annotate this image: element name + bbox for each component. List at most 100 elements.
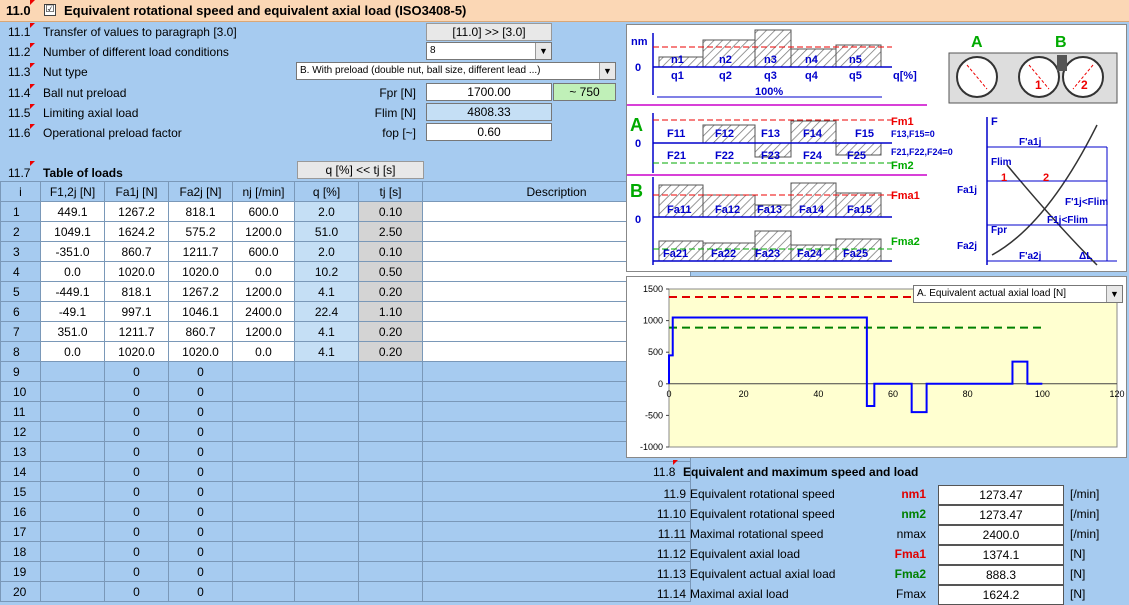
- table-cell[interactable]: 0.10: [358, 241, 423, 262]
- param-label: Ball nut preload: [43, 86, 127, 100]
- table-row: 5 -449.1 818.1 1267.2 1200.0 4.1 0.20: [0, 281, 691, 302]
- table-cell[interactable]: 1046.1: [168, 301, 233, 322]
- table-cell: 8: [0, 341, 41, 362]
- result-unit: [/min]: [1070, 527, 1100, 541]
- a-label: A: [971, 34, 983, 51]
- table-cell: [232, 461, 295, 482]
- table-cell[interactable]: 0.20: [358, 321, 423, 342]
- q5-label: q5: [849, 70, 862, 82]
- table-cell: 12: [0, 421, 41, 442]
- table-cell[interactable]: 600.0: [232, 201, 295, 222]
- table-cell[interactable]: -351.0: [40, 241, 105, 262]
- table-cell[interactable]: 1200.0: [232, 221, 295, 242]
- table-cell[interactable]: 0.0: [232, 261, 295, 282]
- loads-table: i F1,2j [N] Fa1j [N] Fa2j [N] nj [/min] q [%]…: [0, 181, 691, 602]
- table-cell[interactable]: 0.10: [358, 201, 423, 222]
- table-cell[interactable]: 0.0: [40, 261, 105, 282]
- preload-input[interactable]: 1700.00: [426, 83, 552, 101]
- row-number: 11.9: [663, 487, 686, 501]
- table-cell: [294, 481, 359, 502]
- table-cell[interactable]: 1049.1: [40, 221, 105, 242]
- table-cell[interactable]: 860.7: [168, 321, 233, 342]
- table-cell: 3: [0, 241, 41, 262]
- load-conditions-select[interactable]: 8 ▼: [426, 42, 552, 60]
- table-cell[interactable]: 1020.0: [168, 261, 233, 282]
- row-number: 11.3: [8, 65, 31, 79]
- row-number: 11.7: [8, 166, 31, 180]
- result-unit: [/min]: [1070, 487, 1100, 501]
- row-number: 11.6: [8, 126, 31, 140]
- result-value: 1273.47: [938, 505, 1064, 525]
- table-cell[interactable]: -449.1: [40, 281, 105, 302]
- table-cell[interactable]: 1211.7: [168, 241, 233, 262]
- x-tick-label: 0: [666, 389, 671, 399]
- table-cell[interactable]: 600.0: [232, 241, 295, 262]
- table-cell[interactable]: 1.10: [358, 301, 423, 322]
- table-cell[interactable]: 0.20: [358, 341, 423, 362]
- fpa2-label: F'a2j: [1019, 251, 1042, 262]
- preload-hint: ~ 750: [553, 83, 616, 101]
- table-cell[interactable]: 351.0: [40, 321, 105, 342]
- row-number: 11.12: [656, 547, 686, 561]
- table-cell: [40, 481, 105, 502]
- preload-factor-input[interactable]: 0.60: [426, 123, 552, 141]
- table-cell: 0: [104, 361, 169, 382]
- table-cell[interactable]: 1267.2: [104, 201, 169, 222]
- table-cell[interactable]: 2400.0: [232, 301, 295, 322]
- table-cell[interactable]: 860.7: [104, 241, 169, 262]
- chevron-down-icon[interactable]: ▼: [535, 43, 551, 59]
- fa1-2-label: Fa12: [715, 204, 740, 216]
- result-symbol: nm2: [901, 507, 926, 521]
- table-cell[interactable]: 818.1: [168, 201, 233, 222]
- zero-label: 0: [635, 62, 641, 74]
- f2-3-label: F23: [761, 150, 780, 162]
- result-unit: [/min]: [1070, 507, 1100, 521]
- b-label: B: [630, 181, 643, 201]
- table-cell[interactable]: 0.0: [40, 341, 105, 362]
- table-cell: [294, 561, 359, 582]
- table-row: 12 0 0: [0, 421, 691, 442]
- table-cell[interactable]: 1211.7: [104, 321, 169, 342]
- fa1-1-label: Fa11: [667, 204, 691, 216]
- section-checkbox[interactable]: ☑: [44, 4, 56, 16]
- table-cell[interactable]: 1020.0: [104, 341, 169, 362]
- table-cell[interactable]: -49.1: [40, 301, 105, 322]
- x-tick-label: 100: [1035, 389, 1050, 399]
- comment-marker: [30, 124, 35, 129]
- section-number: 11.0: [6, 3, 31, 18]
- table-row: 3 -351.0 860.7 1211.7 600.0 2.0 0.10: [0, 241, 691, 262]
- table-cell: 9: [0, 361, 41, 382]
- chevron-down-icon[interactable]: ▼: [599, 63, 615, 79]
- table-cell[interactable]: 997.1: [104, 301, 169, 322]
- table-cell[interactable]: 0.0: [232, 341, 295, 362]
- table-cell: [40, 521, 105, 542]
- table-cell[interactable]: 1624.2: [104, 221, 169, 242]
- f-axis-label: F: [991, 116, 998, 128]
- table-cell[interactable]: 1020.0: [104, 261, 169, 282]
- chart-type-select[interactable]: A. Equivalent actual axial load [N] ▼: [913, 285, 1123, 303]
- table-cell[interactable]: 2.50: [358, 221, 423, 242]
- table-cell: [358, 461, 423, 482]
- q2-label: q2: [719, 70, 732, 82]
- nut-type-select[interactable]: B. With preload (double nut, ball size, …: [296, 62, 616, 80]
- q-from-tj-button[interactable]: q [%] << tj [s]: [297, 161, 424, 179]
- table-cell[interactable]: 1267.2: [168, 281, 233, 302]
- table-cell[interactable]: 0.50: [358, 261, 423, 282]
- table-row: 11 0 0: [0, 401, 691, 422]
- note1-label: F13,F15=0: [891, 129, 935, 139]
- chevron-down-icon[interactable]: ▼: [1106, 286, 1122, 302]
- table-cell[interactable]: 1200.0: [232, 281, 295, 302]
- transfer-button[interactable]: [11.0] >> [3.0]: [426, 23, 552, 41]
- table-cell[interactable]: 575.2: [168, 221, 233, 242]
- table-cell[interactable]: 0.20: [358, 281, 423, 302]
- table-cell[interactable]: [422, 461, 691, 482]
- fpr-label: Fpr: [991, 225, 1007, 236]
- table-cell[interactable]: 1200.0: [232, 321, 295, 342]
- table-cell: 0: [168, 381, 233, 402]
- f1-1-label: F11: [667, 128, 685, 140]
- table-cell: [232, 581, 295, 602]
- table-cell[interactable]: 1020.0: [168, 341, 233, 362]
- table-cell: 10.2: [294, 261, 359, 282]
- table-cell[interactable]: 449.1: [40, 201, 105, 222]
- table-cell[interactable]: 818.1: [104, 281, 169, 302]
